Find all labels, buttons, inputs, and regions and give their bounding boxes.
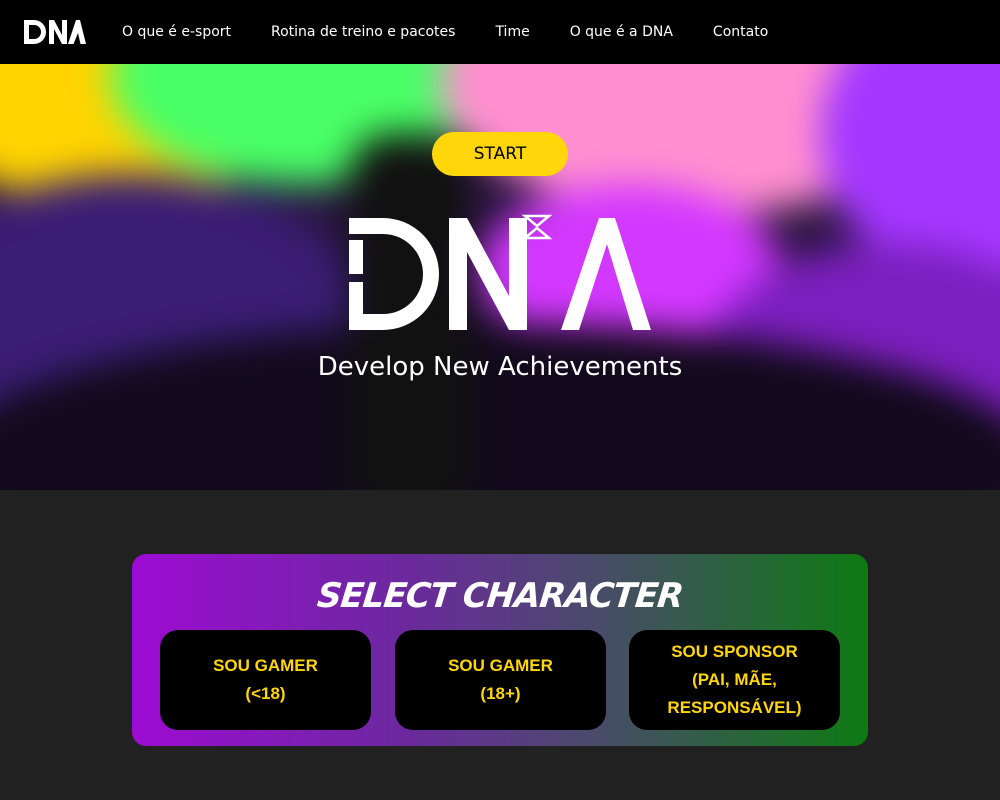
nav-link-esport[interactable]: O que é e-sport [122,24,231,40]
nav-link-about[interactable]: O que é a DNA [570,24,673,40]
hero-section: START Develop New Achievements [0,64,1000,490]
top-nav: O que é e-sport Rotina de treino e pacot… [0,0,1000,64]
nav-link-training[interactable]: Rotina de treino e pacotes [271,24,455,40]
gamer-under-18-button[interactable]: SOU GAMER (<18) [160,630,371,730]
nav-link-contact[interactable]: Contato [713,24,768,40]
dna-logo[interactable] [24,18,86,46]
start-button[interactable]: START [432,132,568,176]
select-character-title: SELECT CHARACTER [315,576,685,616]
dna-hero-logo [349,214,651,330]
select-character-panel: SELECT CHARACTER SOU GAMER (<18) SOU GAM… [132,554,868,746]
hero-subtitle: Develop New Achievements [317,352,683,382]
sponsor-button[interactable]: SOU SPONSOR (PAI, MÃE, RESPONSÁVEL) [629,630,840,730]
nav-link-team[interactable]: Time [495,24,529,40]
gamer-18-plus-button[interactable]: SOU GAMER (18+) [395,630,606,730]
